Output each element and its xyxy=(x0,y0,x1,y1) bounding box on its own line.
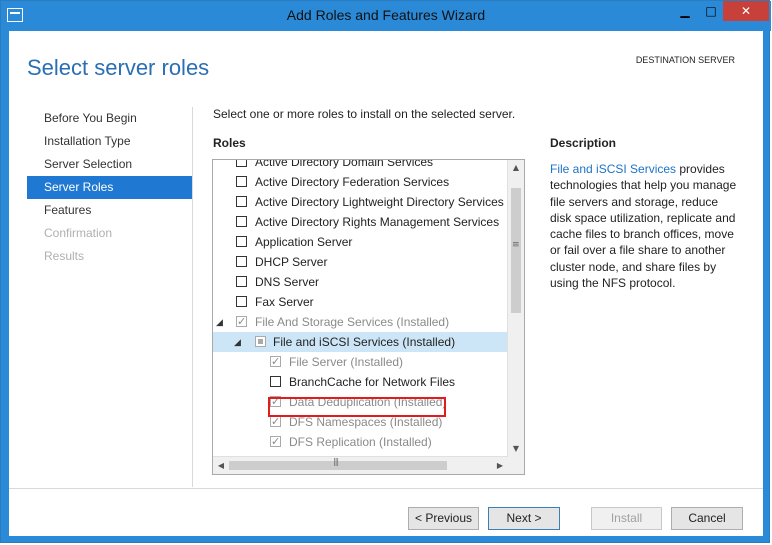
minimize-button[interactable]: ▁ xyxy=(671,1,699,21)
nav-item-server-roles[interactable]: Server Roles xyxy=(27,176,192,199)
wizard-content: Select server roles DESTINATION SERVER B… xyxy=(9,31,763,536)
role-checkbox[interactable] xyxy=(236,160,247,167)
next-button[interactable]: Next > xyxy=(488,507,560,530)
roles-heading: Roles xyxy=(213,136,246,150)
page-title: Select server roles xyxy=(27,55,210,80)
role-checkbox[interactable] xyxy=(270,352,281,372)
role-checkbox[interactable] xyxy=(270,412,281,432)
wizard-nav: Before You Begin Installation Type Serve… xyxy=(27,107,192,268)
horizontal-scrollbar[interactable]: ◀ ▶ xyxy=(213,456,508,474)
role-checkbox[interactable] xyxy=(255,336,266,347)
role-checkbox[interactable] xyxy=(236,256,247,267)
nav-divider xyxy=(192,107,193,487)
role-checkbox[interactable] xyxy=(236,176,247,187)
role-checkbox[interactable] xyxy=(236,296,247,307)
role-checkbox[interactable] xyxy=(236,196,247,207)
role-checkbox[interactable] xyxy=(236,312,247,332)
maximize-button[interactable]: □ xyxy=(697,1,725,21)
collapse-triangle-icon[interactable]: ◢ xyxy=(234,332,241,352)
description-link[interactable]: File and iSCSI Services xyxy=(550,162,676,176)
description-body: provides technologies that help you mana… xyxy=(550,162,737,291)
role-item[interactable]: Fax Server xyxy=(213,292,509,312)
role-item[interactable]: File Server (Installed) xyxy=(213,352,509,372)
nav-item-results: Results xyxy=(44,249,85,263)
role-item[interactable]: DFS Replication (Installed) xyxy=(213,432,509,452)
destination-server-label: DESTINATION SERVER xyxy=(635,55,735,65)
role-item[interactable]: Active Directory Rights Management Servi… xyxy=(213,212,509,232)
role-checkbox[interactable] xyxy=(236,276,247,287)
role-item[interactable]: DNS Server xyxy=(213,272,509,292)
scroll-up-arrow-icon[interactable]: ▲ xyxy=(508,160,524,176)
scroll-right-arrow-icon[interactable]: ▶ xyxy=(492,457,508,474)
previous-button[interactable]: < Previous xyxy=(408,507,479,530)
collapse-triangle-icon[interactable]: ◢ xyxy=(216,312,223,332)
vertical-scrollbar[interactable]: ▲ ▼ xyxy=(507,160,524,457)
vertical-scroll-thumb[interactable] xyxy=(511,188,521,313)
role-item[interactable]: DHCP Server xyxy=(213,252,509,272)
nav-item-confirmation: Confirmation xyxy=(44,226,113,240)
role-item[interactable]: ◢ File and iSCSI Services (Installed) xyxy=(213,332,509,352)
role-checkbox[interactable] xyxy=(236,236,247,247)
role-item[interactable]: Application Server xyxy=(213,232,509,252)
scroll-left-arrow-icon[interactable]: ◀ xyxy=(213,457,229,474)
nav-item-server-selection[interactable]: Server Selection xyxy=(27,153,192,176)
role-item[interactable]: BranchCache for Network Files xyxy=(213,372,509,392)
description-heading: Description xyxy=(550,136,617,150)
instruction-text: Select one or more roles to install on t… xyxy=(213,107,516,121)
role-item[interactable]: Active Directory Domain Services xyxy=(213,160,509,172)
scroll-corner xyxy=(508,457,524,474)
horizontal-scroll-thumb[interactable] xyxy=(229,457,447,470)
nav-item-before-you-begin[interactable]: Before You Begin xyxy=(27,107,192,130)
footer-divider xyxy=(9,488,763,489)
role-item[interactable]: Active Directory Lightweight Directory S… xyxy=(213,192,509,212)
role-item[interactable]: ◢ File And Storage Services (Installed) xyxy=(213,312,509,332)
nav-item-installation-type[interactable]: Installation Type xyxy=(27,130,192,153)
annotation-highlight-box xyxy=(268,397,446,417)
scroll-down-arrow-icon[interactable]: ▼ xyxy=(508,441,524,457)
role-item[interactable]: Active Directory Federation Services xyxy=(213,172,509,192)
roles-tree[interactable]: Active Directory Domain Services Active … xyxy=(212,159,525,475)
role-checkbox[interactable] xyxy=(270,376,281,387)
role-checkbox[interactable] xyxy=(236,216,247,227)
role-checkbox[interactable] xyxy=(270,432,281,452)
close-button[interactable]: ✕ xyxy=(723,1,769,21)
description-text: File and iSCSI Services provides technol… xyxy=(550,161,740,291)
nav-item-features[interactable]: Features xyxy=(27,199,192,222)
title-bar[interactable]: Add Roles and Features Wizard ▁ □ ✕ xyxy=(1,1,771,31)
destination-server-value xyxy=(585,67,735,81)
wizard-window: Add Roles and Features Wizard ▁ □ ✕ Sele… xyxy=(0,0,771,543)
cancel-button[interactable]: Cancel xyxy=(671,507,743,530)
window-title: Add Roles and Features Wizard xyxy=(286,7,486,23)
install-button: Install xyxy=(591,507,662,530)
